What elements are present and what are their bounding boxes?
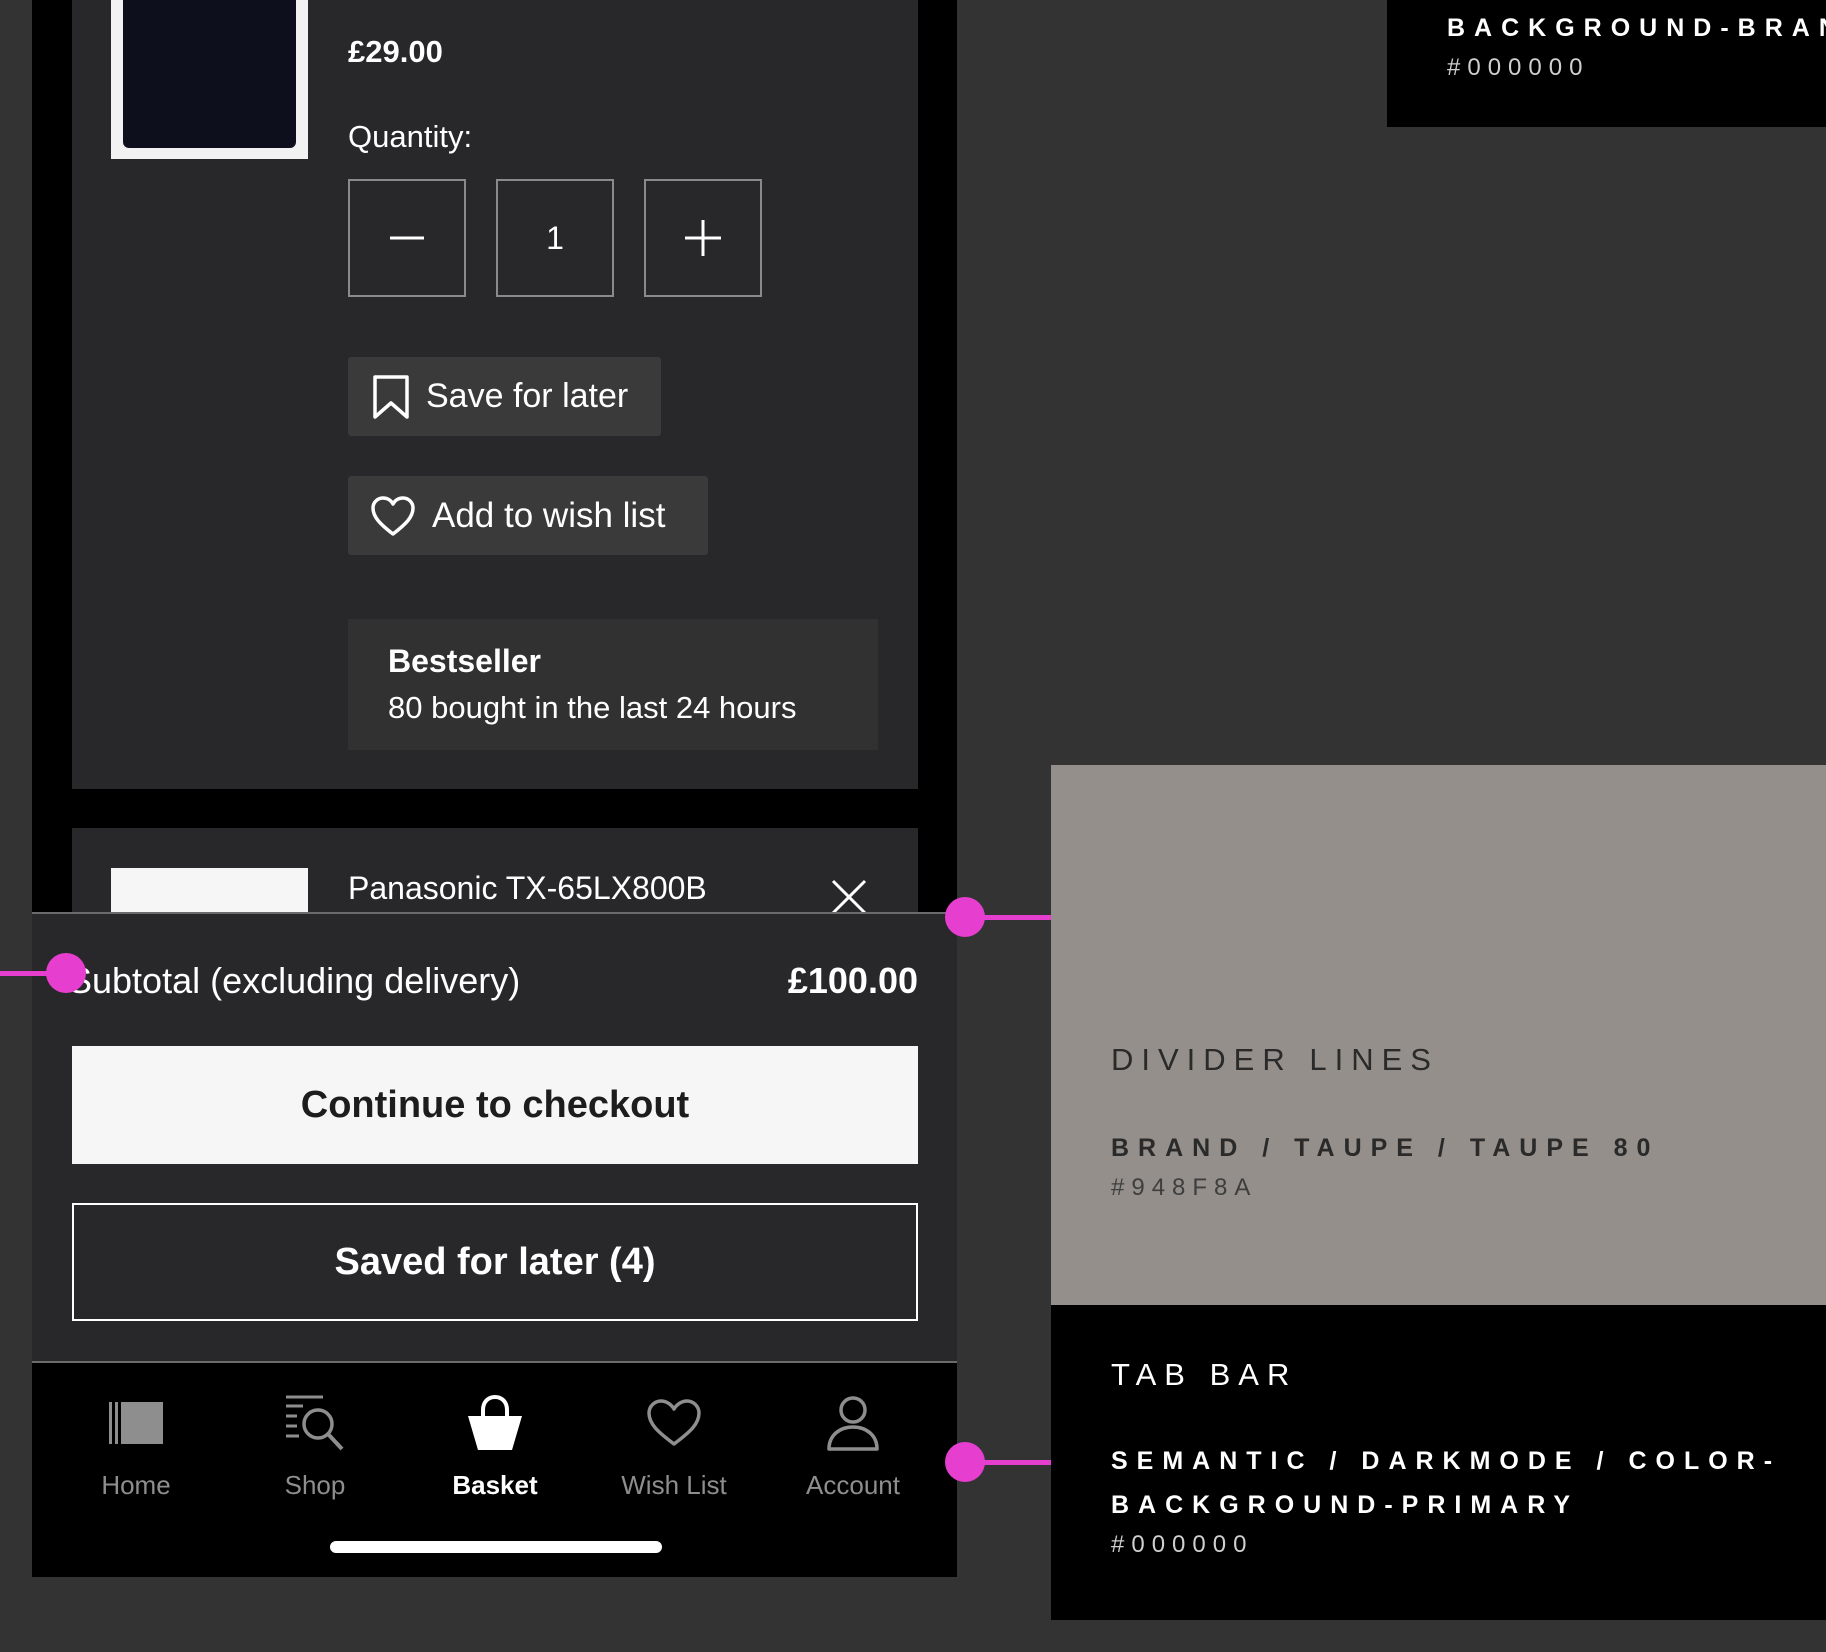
save-for-later-label: Save for later (426, 377, 629, 415)
item-price: £29.00 (348, 34, 443, 69)
swatch-title: TAB BAR (1111, 1357, 1298, 1392)
color-swatch-tab-bar: TAB BAR SEMANTIC / DARKMODE / COLOR- BAC… (1051, 1305, 1826, 1620)
continue-to-checkout-button[interactable]: Continue to checkout (72, 1046, 918, 1164)
annotation-dot (46, 953, 86, 993)
quantity-label: Quantity: (348, 119, 473, 154)
tab-basket[interactable]: Basket (405, 1388, 585, 1508)
annotation-dot (945, 1442, 985, 1482)
home-indicator (330, 1541, 662, 1553)
bookmark-icon (373, 374, 409, 419)
tab-wish-list[interactable]: Wish List (584, 1388, 764, 1508)
annotation-dot (945, 897, 985, 937)
quantity-value[interactable]: 1 (496, 179, 614, 297)
color-swatch-divider-lines: DIVIDER LINES BRAND / TAUPE / TAUPE 80 #… (1051, 765, 1826, 1305)
tab-label: Basket (452, 1470, 538, 1500)
bestseller-badge: Bestseller 80 bought in the last 24 hour… (348, 619, 878, 750)
tab-label: Account (806, 1470, 900, 1500)
basket-icon (468, 1394, 522, 1450)
add-to-wish-list-label: Add to wish list (432, 495, 666, 535)
tab-shop[interactable]: Shop (225, 1388, 405, 1508)
swatch-title: DIVIDER LINES (1111, 1042, 1439, 1077)
home-icon (109, 1402, 163, 1444)
subtotal-label: Subtotal (excluding delivery) (68, 960, 521, 1001)
add-to-wish-list-button[interactable]: Add to wish list (348, 476, 708, 555)
search-list-icon (286, 1395, 344, 1451)
swatch-hex: #000000 (1111, 1531, 1254, 1558)
heart-icon (371, 495, 415, 536)
subtotal-value: £100.00 (787, 960, 918, 1001)
item-name[interactable]: Panasonic TX-65LX800B (348, 870, 707, 907)
tab-label: Wish List (621, 1470, 727, 1500)
swatch-hex: #000000 (1447, 54, 1590, 81)
tab-label: Shop (284, 1470, 346, 1500)
cardigan-thumbnail (123, 0, 296, 148)
person-icon (827, 1396, 879, 1451)
plus-icon (685, 220, 721, 256)
tab-label: Home (101, 1470, 171, 1500)
save-for-later-button[interactable]: Save for later (348, 357, 661, 436)
quantity-increase-button[interactable] (644, 179, 762, 297)
bestseller-title: Bestseller (388, 643, 541, 679)
minus-icon (390, 236, 424, 240)
quantity-decrease-button[interactable] (348, 179, 466, 297)
heart-icon (647, 1399, 701, 1446)
tab-home[interactable]: Home (46, 1388, 226, 1508)
swatch-token: SEMANTIC / DARKMODE / COLOR- (1111, 1447, 1782, 1475)
swatch-hex: #948F8A (1111, 1174, 1258, 1201)
tab-account[interactable]: Account (763, 1388, 943, 1508)
swatch-token: BRAND / TAUPE / TAUPE 80 (1111, 1134, 1660, 1162)
swatch-token: BACKGROUND-PRIMARY (1111, 1491, 1580, 1519)
color-swatch-background-brand: BACKGROUND-BRAN #000000 (1387, 0, 1826, 127)
product-image[interactable] (111, 0, 308, 159)
bestseller-subtitle: 80 bought in the last 24 hours (388, 690, 797, 725)
swatch-token: BACKGROUND-BRAN (1447, 14, 1826, 42)
saved-for-later-button[interactable]: Saved for later (4) (72, 1203, 918, 1321)
